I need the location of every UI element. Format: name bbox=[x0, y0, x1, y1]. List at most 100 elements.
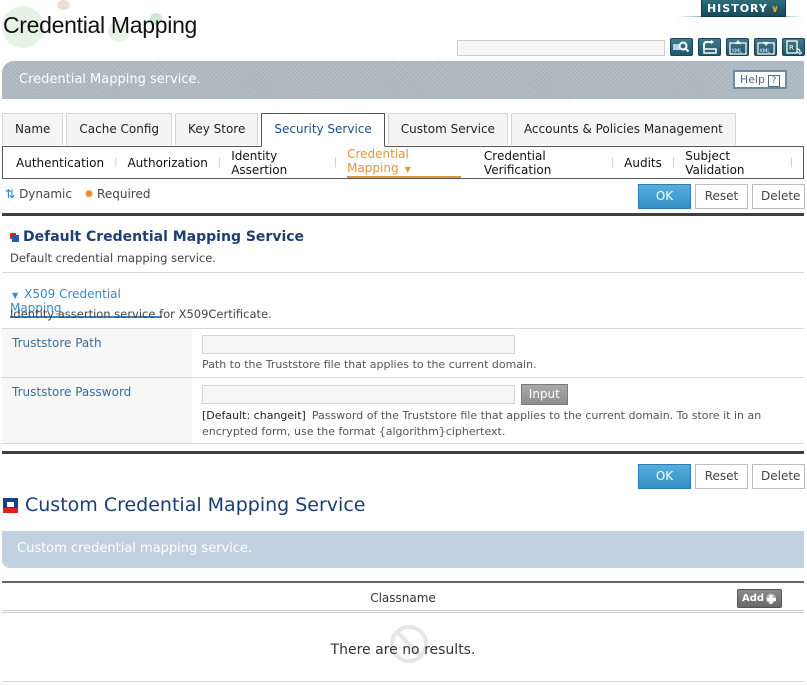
ok-button[interactable]: OK bbox=[638, 184, 691, 209]
empty-message: There are no results. bbox=[330, 642, 476, 658]
separator: | bbox=[333, 157, 338, 168]
property-row-truststore-password: Truststore Password Input [Default: chan… bbox=[2, 377, 804, 444]
separator: | bbox=[789, 157, 794, 168]
reset-button[interactable]: Reset bbox=[695, 184, 748, 209]
legend-dynamic: ⇅ Dynamic bbox=[5, 187, 72, 201]
report-button[interactable]: R bbox=[782, 38, 805, 56]
caret-down-icon: ▼ bbox=[404, 165, 411, 174]
tab-key-store[interactable]: Key Store bbox=[175, 113, 259, 145]
subnav-label: Authentication bbox=[16, 155, 105, 170]
page-title: Credential Mapping bbox=[3, 12, 198, 38]
add-button[interactable]: Add bbox=[737, 589, 782, 608]
history-label: HISTORY bbox=[706, 2, 768, 15]
question-icon: ? bbox=[768, 75, 780, 87]
chevron-down-icon: ∨ bbox=[770, 4, 781, 15]
xml-import-button[interactable]: XML bbox=[754, 38, 777, 56]
default-section-title-text: Default Credential Mapping Service bbox=[23, 229, 305, 245]
property-help: [Default: changeit] Password of the Trust… bbox=[202, 408, 800, 440]
subnav-label: Authorization bbox=[127, 155, 208, 170]
svg-text:R: R bbox=[789, 44, 794, 52]
property-help: Path to the Truststore file that applies… bbox=[202, 358, 537, 371]
refresh-button[interactable] bbox=[698, 38, 721, 56]
custom-section-description: Custom credential mapping service. bbox=[17, 541, 253, 556]
tab-name[interactable]: Name bbox=[2, 113, 64, 145]
property-label: Truststore Path bbox=[2, 329, 192, 378]
history-area: HISTORY ∨ bbox=[676, 0, 804, 18]
search-input[interactable] bbox=[457, 40, 665, 56]
custom-section-title: Custom Credential Mapping Service bbox=[3, 494, 365, 516]
subnav-label: Audits bbox=[624, 155, 662, 170]
ok-button[interactable]: OK bbox=[638, 464, 691, 489]
subnav-label: Credential Verification bbox=[483, 148, 552, 177]
divider bbox=[2, 272, 804, 273]
section-bullet-icon bbox=[10, 232, 19, 242]
section-divider bbox=[2, 213, 804, 216]
subnav-label: Credential Mapping ▼ bbox=[347, 147, 461, 178]
delete-button[interactable]: Delete bbox=[752, 464, 805, 489]
tab-custom-service[interactable]: Custom Service bbox=[387, 113, 508, 145]
main-tabs: Name Cache Config Key Store Security Ser… bbox=[2, 113, 739, 147]
separator: | bbox=[114, 157, 118, 168]
section-divider bbox=[2, 451, 804, 454]
xml-export-icon: XML bbox=[728, 39, 747, 55]
custom-section-description-bar: Custom credential mapping service. bbox=[2, 531, 804, 568]
default-section-description: Default credential mapping service. bbox=[10, 251, 216, 265]
tab-cache-config[interactable]: Cache Config bbox=[66, 113, 173, 145]
report-icon: R bbox=[786, 39, 802, 55]
sub-navigation: Authentication | Authorization | Identity … bbox=[2, 146, 804, 179]
history-button[interactable]: HISTORY ∨ bbox=[701, 0, 786, 17]
legend-dynamic-label: Dynamic bbox=[19, 187, 72, 201]
tab-accounts-policies[interactable]: Accounts & Policies Management bbox=[510, 113, 736, 145]
subnav-credential-verification[interactable]: Credential Verification | bbox=[484, 149, 624, 177]
subnav-label: Subject Validation bbox=[685, 148, 745, 177]
required-icon: ✹ bbox=[83, 187, 95, 201]
default-value: [Default: changeit] bbox=[202, 409, 306, 422]
separator: | bbox=[217, 157, 222, 168]
truststore-password-input[interactable] bbox=[202, 385, 515, 404]
page-description: Credential Mapping service. bbox=[19, 72, 201, 87]
legend-required: ✹ Required bbox=[84, 187, 150, 201]
add-plus-icon bbox=[766, 593, 776, 604]
help-button[interactable]: Help? bbox=[732, 70, 787, 89]
subnav-text: Credential Mapping bbox=[347, 147, 409, 175]
search-icon bbox=[673, 41, 690, 53]
xml-export-button[interactable]: XML bbox=[726, 38, 749, 56]
svg-text:XML: XML bbox=[759, 48, 770, 54]
tab-security-service[interactable]: Security Service bbox=[261, 113, 385, 147]
svg-text:XML: XML bbox=[731, 48, 742, 54]
property-value: Input [Default: changeit] Password of the… bbox=[202, 384, 800, 440]
subnav-audits[interactable]: Audits | bbox=[624, 156, 685, 170]
add-label: Add bbox=[742, 593, 765, 604]
description-bar: Credential Mapping service. Help? bbox=[2, 61, 804, 99]
xml-import-icon: XML bbox=[756, 41, 775, 55]
subnav-authentication[interactable]: Authentication | bbox=[16, 156, 127, 170]
section-bullet-icon bbox=[3, 497, 18, 513]
classname-table-header: Classname Add bbox=[2, 581, 804, 613]
reset-button[interactable]: Reset bbox=[695, 464, 748, 489]
search-button[interactable] bbox=[670, 38, 693, 56]
legend: ⇅ Dynamic ✹ Required bbox=[5, 187, 150, 201]
top-action-buttons: OK Reset Delete bbox=[638, 184, 805, 209]
default-section-title: Default Credential Mapping Service bbox=[10, 229, 304, 245]
property-label: Truststore Password bbox=[2, 378, 192, 443]
empty-results: There are no results. bbox=[2, 614, 804, 682]
subnav-subject-validation[interactable]: Subject Validation | bbox=[685, 149, 803, 177]
subnav-identity-assertion[interactable]: Identity Assertion | bbox=[231, 149, 347, 177]
input-button[interactable]: Input bbox=[520, 384, 568, 405]
column-header-classname: Classname bbox=[370, 591, 436, 605]
help-label: Help bbox=[739, 73, 765, 86]
separator: | bbox=[610, 157, 615, 168]
x509-subsection-description: Identity assertion service for X509Certi… bbox=[10, 307, 272, 321]
property-value: Path to the Truststore file that applies… bbox=[202, 335, 800, 373]
dynamic-icon: ⇅ bbox=[5, 187, 16, 201]
custom-section-title-text: Custom Credential Mapping Service bbox=[25, 494, 366, 516]
refresh-icon bbox=[703, 40, 717, 54]
truststore-path-input[interactable] bbox=[202, 335, 515, 354]
delete-button[interactable]: Delete bbox=[752, 184, 805, 209]
subnav-authorization[interactable]: Authorization | bbox=[127, 156, 231, 170]
separator: | bbox=[671, 157, 676, 168]
subnav-label: Identity Assertion bbox=[231, 148, 288, 177]
subnav-credential-mapping[interactable]: Credential Mapping▼| bbox=[347, 147, 484, 178]
property-row-truststore-path: Truststore Path Path to the Truststore f… bbox=[2, 328, 804, 378]
decorative-circle bbox=[57, 0, 70, 10]
